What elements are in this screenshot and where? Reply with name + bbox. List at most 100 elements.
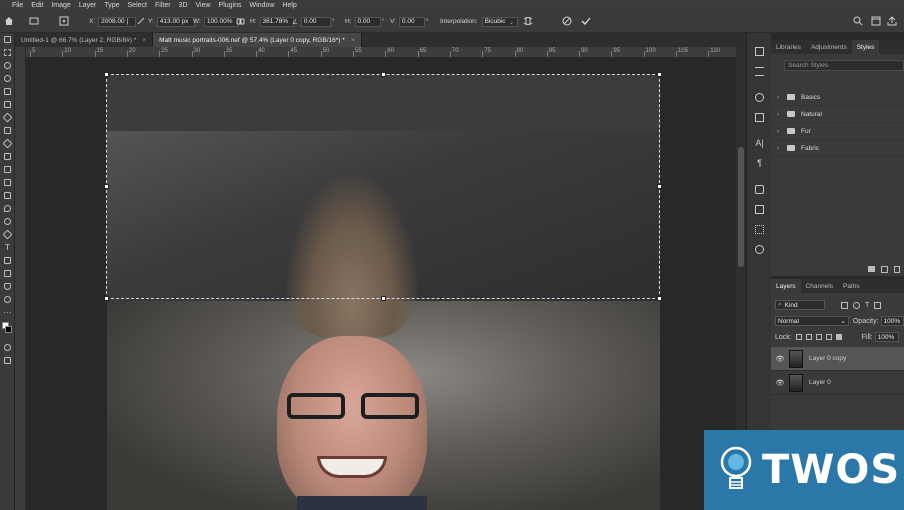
width-field[interactable]: 100.00% (203, 16, 238, 27)
lock-pixels-icon[interactable] (805, 334, 812, 340)
link-icon[interactable] (234, 15, 246, 27)
learn-icon[interactable] (747, 41, 772, 61)
transform-handle-right[interactable] (657, 184, 662, 189)
chevron-right-icon[interactable]: › (777, 111, 783, 118)
menu-3d[interactable]: 3D (179, 2, 188, 9)
hand-tool-icon[interactable] (0, 280, 15, 293)
style-group-fabric[interactable]: › Fabric (771, 140, 904, 157)
lock-transparent-icon[interactable] (795, 334, 802, 340)
horizontal-ruler[interactable]: 5 10 15 20 25 30 35 40 45 50 55 60 65 70 75 80 85 90 95 100… (26, 47, 736, 58)
vskew-field[interactable]: 0.00 (398, 16, 425, 27)
menu-layer[interactable]: Layer (79, 2, 97, 9)
filter-shape-icon[interactable] (874, 301, 882, 309)
blend-mode-select[interactable]: Normal ⌄ (775, 316, 849, 326)
search-icon[interactable] (852, 15, 864, 27)
color-swatches[interactable] (0, 319, 15, 341)
close-icon[interactable]: × (351, 37, 355, 44)
menu-file[interactable]: File (12, 2, 23, 9)
layer-row-layer-0[interactable]: 👁 Layer 0 (771, 371, 904, 395)
frame-tool-icon[interactable] (0, 98, 15, 111)
visibility-eye-icon[interactable]: 👁 (771, 379, 789, 387)
tab-libraries[interactable]: Libraries (771, 40, 806, 54)
trash-icon[interactable] (894, 266, 900, 273)
menu-window[interactable]: Window (250, 2, 275, 9)
reference-point-icon[interactable] (58, 15, 70, 27)
hskew-field[interactable]: 0.00 (354, 16, 381, 27)
height-field[interactable]: 361.78% (259, 16, 294, 27)
tab-layers[interactable]: Layers (771, 279, 801, 293)
menu-type[interactable]: Type (104, 2, 119, 9)
rectangle-tool-icon[interactable] (0, 267, 15, 280)
move-tool-icon[interactable] (0, 33, 15, 46)
type-tool-icon[interactable]: T (0, 241, 15, 254)
fill-field[interactable]: 100% (874, 332, 899, 342)
workspace-icon[interactable] (870, 15, 882, 27)
pen-tool-icon[interactable] (0, 228, 15, 241)
search-styles-input[interactable]: Search Styles (784, 60, 904, 71)
more-tools-icon[interactable]: ··· (0, 306, 15, 319)
quick-mask-icon[interactable] (0, 341, 15, 354)
transform-handle-top-left[interactable] (104, 72, 109, 77)
menu-help[interactable]: Help (282, 2, 296, 9)
scrollbar-thumb[interactable] (738, 147, 744, 267)
blur-tool-icon[interactable] (0, 202, 15, 215)
dodge-tool-icon[interactable] (0, 215, 15, 228)
lock-all-icon[interactable] (835, 334, 842, 340)
lasso-tool-icon[interactable] (0, 59, 15, 72)
vertical-ruler[interactable] (15, 47, 26, 510)
menu-filter[interactable]: Filter (155, 2, 171, 9)
path-selection-tool-icon[interactable] (0, 254, 15, 267)
commit-transform-icon[interactable] (580, 15, 592, 27)
lock-position-icon[interactable] (815, 334, 822, 340)
screen-mode-icon[interactable] (0, 354, 15, 367)
tab-channels[interactable]: Channels (801, 279, 838, 293)
healing-brush-tool-icon[interactable] (0, 124, 15, 137)
share-icon[interactable] (886, 15, 898, 27)
menu-plugins[interactable]: Plugins (219, 2, 242, 9)
kind-filter-select[interactable]: ⌕ Kind (775, 300, 825, 310)
move-tool-preset-icon[interactable] (28, 15, 40, 27)
chevron-right-icon[interactable]: › (777, 94, 783, 101)
transform-bounding-box[interactable] (104, 72, 662, 301)
quick-select-tool-icon[interactable] (0, 72, 15, 85)
history-brush-tool-icon[interactable] (0, 163, 15, 176)
grid-icon[interactable] (747, 219, 772, 239)
transform-handle-left[interactable] (104, 184, 109, 189)
style-group-natural[interactable]: › Natural (771, 106, 904, 123)
crop-tool-icon[interactable] (0, 85, 15, 98)
adjustments-icon[interactable] (747, 107, 772, 127)
style-group-fur[interactable]: › Fur (771, 123, 904, 140)
tab-adjustments[interactable]: Adjustments (806, 40, 852, 54)
home-icon[interactable] (3, 15, 15, 27)
x-field[interactable]: 2008.00 | (98, 16, 137, 27)
menu-select[interactable]: Select (128, 2, 147, 9)
filter-adjustment-icon[interactable] (853, 301, 860, 309)
y-field[interactable]: 413.00 px (156, 16, 195, 27)
properties-icon[interactable] (747, 61, 772, 81)
gradient-tool-icon[interactable] (0, 189, 15, 202)
transform-handle-bottom-right[interactable] (657, 296, 662, 301)
background-color-icon[interactable] (5, 326, 12, 333)
menu-image[interactable]: Image (51, 2, 70, 9)
menu-edit[interactable]: Edit (31, 2, 43, 9)
eraser-tool-icon[interactable] (0, 176, 15, 189)
transform-handle-bottom[interactable] (381, 296, 386, 301)
brush-tool-icon[interactable] (0, 137, 15, 150)
3d-icon[interactable] (747, 179, 772, 199)
tab-matt-music-portraits[interactable]: Matt music portraits-006.nef @ 57.4% (La… (153, 33, 362, 47)
swatches-icon[interactable] (747, 199, 772, 219)
visibility-eye-icon[interactable]: 👁 (771, 355, 789, 363)
relative-position-icon[interactable] (135, 15, 147, 27)
style-group-basics[interactable]: › Basics (771, 89, 904, 106)
opacity-field[interactable]: 100% (880, 316, 904, 326)
cancel-transform-icon[interactable] (561, 15, 573, 27)
clone-stamp-tool-icon[interactable] (0, 150, 15, 163)
brushes-icon[interactable] (747, 87, 772, 107)
filter-pixel-icon[interactable] (841, 301, 848, 309)
tab-untitled-1[interactable]: Untitled-1 @ 66.7% (Layer 2, RGB/8#) * × (15, 33, 154, 47)
new-group-icon[interactable] (868, 266, 875, 272)
layer-row-layer-0-copy[interactable]: 👁 Layer 0 copy (771, 347, 904, 371)
menu-view[interactable]: View (196, 2, 211, 9)
warp-mode-icon[interactable] (522, 15, 534, 27)
tab-paths[interactable]: Paths (838, 279, 865, 293)
